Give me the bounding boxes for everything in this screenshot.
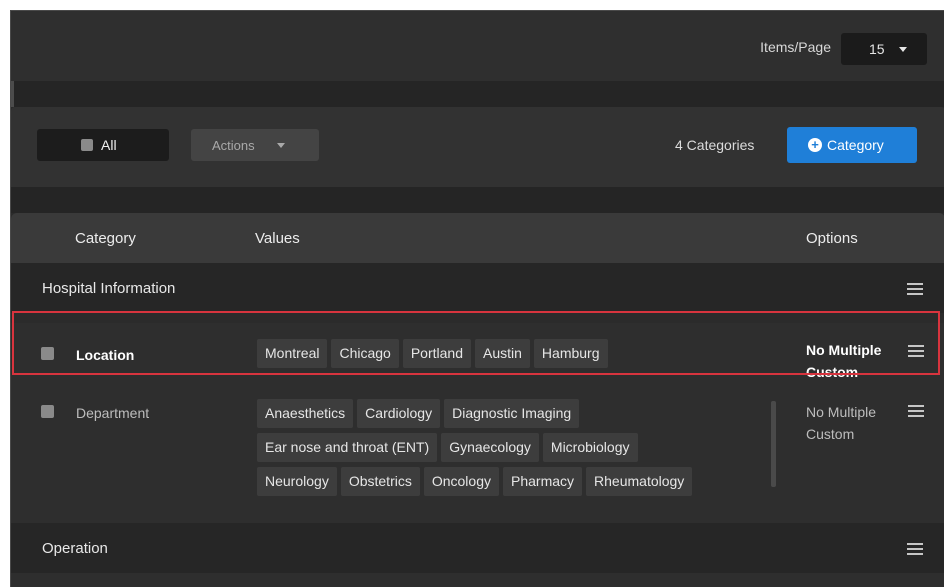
table-bottom <box>11 573 944 587</box>
menu-icon[interactable] <box>908 405 924 417</box>
value-tag: Ear nose and throat (ENT) <box>257 433 438 462</box>
plus-circle-icon: + <box>808 138 822 152</box>
value-tag: Obstetrics <box>340 467 420 496</box>
table-toolbar: All Actions 4 Categories + Category <box>11 107 944 187</box>
group-title: Operation <box>42 540 108 557</box>
row-checkbox[interactable] <box>41 405 54 418</box>
app-frame: Items/Page 15 All Actions 4 Categories +… <box>10 10 944 587</box>
column-header-options: Options <box>806 230 858 247</box>
actions-label: Actions <box>212 138 255 153</box>
items-per-page-value: 15 <box>869 41 885 57</box>
values-scrollbar[interactable] <box>771 401 776 487</box>
value-tag: Diagnostic Imaging <box>444 399 580 428</box>
select-all-checkbox[interactable] <box>81 139 93 151</box>
option-custom: Custom <box>806 426 855 442</box>
category-count: 4 Categories <box>675 137 755 153</box>
add-category-label: Category <box>827 137 884 153</box>
spacer-strip <box>11 81 944 107</box>
row-options: No Multiple Custom <box>806 401 876 445</box>
items-per-page-select[interactable]: 15 <box>841 33 927 65</box>
actions-dropdown[interactable]: Actions <box>191 129 319 161</box>
table-row-department: Department Anaesthetics Cardiology Diagnos… <box>11 385 944 523</box>
items-per-page-label: Items/Page <box>760 39 831 55</box>
row-category-name[interactable]: Department <box>76 405 149 421</box>
value-tag: Oncology <box>423 467 499 496</box>
selection-highlight <box>12 311 940 375</box>
value-tag: Pharmacy <box>503 467 583 496</box>
value-tags: Anaesthetics Cardiology Diagnostic Imaging… <box>257 399 765 501</box>
option-multiple: No Multiple <box>806 404 877 420</box>
value-tag: Rheumatology <box>586 467 693 496</box>
add-category-button[interactable]: + Category <box>787 127 917 163</box>
left-accent-bar <box>11 81 14 107</box>
group-title: Hospital Information <box>42 280 176 297</box>
value-tag: Anaesthetics <box>257 399 354 428</box>
group-row-hospital-information: Hospital Information <box>11 263 944 313</box>
select-all-button[interactable]: All <box>37 129 169 161</box>
caret-down-icon <box>277 143 285 148</box>
value-tag: Gynaecology <box>441 433 539 462</box>
top-bar: Items/Page 15 <box>11 11 944 81</box>
menu-icon[interactable] <box>907 283 923 295</box>
caret-down-icon <box>899 47 907 52</box>
value-tag: Neurology <box>257 467 337 496</box>
value-tag: Microbiology <box>542 433 638 462</box>
column-header-category: Category <box>75 230 136 247</box>
spacer-strip <box>11 187 944 213</box>
group-row-operation: Operation <box>11 523 944 573</box>
column-header-values: Values <box>255 230 300 247</box>
value-tag: Cardiology <box>357 399 441 428</box>
table-header: Category Values Options <box>11 213 944 263</box>
menu-icon[interactable] <box>907 543 923 555</box>
select-all-label: All <box>101 137 117 153</box>
